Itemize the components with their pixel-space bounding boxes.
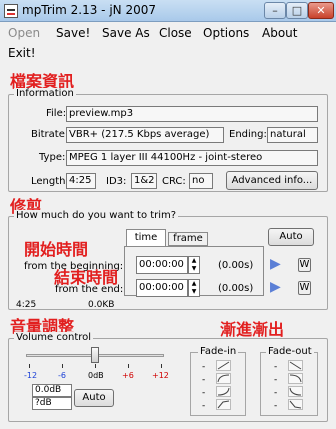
close-icon: ✕	[316, 4, 326, 17]
beginning-time-input[interactable]: 00:00:00	[136, 256, 188, 274]
menu-open[interactable]: Open	[8, 26, 40, 40]
menu-options[interactable]: Options	[203, 26, 249, 40]
fade-curve-icon	[289, 361, 302, 370]
tab-time[interactable]: time	[126, 229, 166, 246]
fade-out-marker: -	[274, 401, 278, 411]
maximize-icon: □	[291, 4, 303, 17]
ending-label: Ending:	[229, 129, 267, 140]
fade-in-option-3[interactable]	[216, 386, 231, 397]
tick-label-minus6: -6	[58, 371, 66, 380]
fade-in-marker: -	[202, 401, 206, 411]
tick-label-0db: 0dB	[88, 371, 104, 380]
spin-down-icon[interactable]: ▼	[189, 288, 199, 296]
spin-down-icon[interactable]: ▼	[189, 265, 199, 273]
spin-up-icon[interactable]: ▲	[189, 280, 199, 288]
fade-curve-icon	[217, 400, 230, 409]
minimize-icon: –	[272, 4, 278, 17]
tick-mark	[161, 364, 162, 368]
trim-auto-button[interactable]: Auto	[268, 228, 314, 246]
file-label: File:	[46, 108, 67, 119]
fade-in-marker: -	[202, 388, 206, 398]
menu-exit[interactable]: Exit!	[8, 46, 36, 60]
information-legend: Information	[14, 88, 76, 99]
menu-save[interactable]: Save!	[56, 26, 90, 40]
tick-mark	[62, 364, 63, 368]
volume-db-display: 0.0dB	[32, 384, 72, 397]
volume-auto-button[interactable]: Auto	[74, 389, 114, 407]
volume-db-peak: ?dB	[32, 397, 72, 410]
fade-in-option-1[interactable]	[216, 360, 231, 371]
fade-in-marker: -	[202, 362, 206, 372]
ending-field: natural	[267, 127, 318, 143]
length-field: 4:25	[66, 173, 96, 189]
end-time-input[interactable]: 00:00:00	[136, 279, 188, 297]
trim-length-display: 4:25	[16, 300, 37, 310]
play-end-icon[interactable]: ▶	[270, 279, 281, 295]
fade-curve-icon	[217, 387, 230, 396]
fade-out-option-3[interactable]	[288, 386, 303, 397]
end-label: from the end:	[55, 284, 124, 295]
trim-size-display: 0.0KB	[88, 300, 115, 310]
tab-frame[interactable]: frame	[168, 232, 208, 246]
fade-out-marker: -	[274, 375, 278, 385]
length-label: Length:	[31, 176, 69, 187]
play-beginning-icon[interactable]: ▶	[270, 256, 281, 272]
crc-label: CRC:	[162, 176, 186, 187]
end-spinner[interactable]: ▲ ▼	[188, 279, 200, 297]
volume-slider-thumb[interactable]	[91, 347, 99, 363]
beginning-spinner[interactable]: ▲ ▼	[188, 256, 200, 274]
maximize-button[interactable]: □	[286, 2, 308, 19]
bitrate-field: VBR+ (217.5 Kbps average)	[66, 127, 224, 143]
advanced-info-button[interactable]: Advanced info...	[226, 171, 318, 190]
fade-out-marker: -	[274, 388, 278, 398]
type-label: Type:	[39, 152, 66, 163]
tick-mark	[29, 364, 30, 368]
fade-out-option-2[interactable]	[288, 373, 303, 384]
fade-out-label: Fade-out	[266, 346, 314, 357]
fade-out-marker: -	[274, 362, 278, 372]
fade-in-option-2[interactable]	[216, 373, 231, 384]
id3-field: 1&2	[131, 173, 157, 189]
type-field: MPEG 1 layer III 44100Hz - joint-stereo	[66, 150, 318, 166]
tick-label-plus12: +12	[152, 371, 169, 380]
crc-field: no	[189, 173, 213, 189]
fade-in-option-4[interactable]	[216, 399, 231, 410]
menu-close[interactable]: Close	[159, 26, 192, 40]
minimize-button[interactable]: –	[264, 2, 286, 19]
tick-mark	[95, 364, 96, 368]
w-beginning-button[interactable]: W	[298, 258, 311, 272]
bitrate-label: Bitrate:	[31, 129, 69, 140]
fade-in-marker: -	[202, 375, 206, 385]
fade-curve-icon	[289, 374, 302, 383]
window-title: mpTrim 2.13 - jN 2007	[22, 3, 156, 17]
annotation-start-time: 開始時間	[24, 240, 89, 259]
close-window-button[interactable]: ✕	[308, 2, 334, 19]
trim-legend: How much do you want to trim?	[14, 210, 179, 221]
tick-mark	[128, 364, 129, 368]
fade-curve-icon	[217, 361, 230, 370]
volume-legend: Volume control	[14, 332, 94, 343]
annotation-fade: 漸進漸出	[220, 320, 285, 339]
fade-out-option-4[interactable]	[288, 399, 303, 410]
fade-curve-icon	[217, 374, 230, 383]
menu-about[interactable]: About	[262, 26, 297, 40]
fade-out-option-1[interactable]	[288, 360, 303, 371]
fade-curve-icon	[289, 400, 302, 409]
fade-in-label: Fade-in	[198, 346, 239, 357]
file-field[interactable]: preview.mp3	[66, 106, 318, 122]
fade-curve-icon	[289, 387, 302, 396]
beginning-seconds: (0.00s)	[218, 260, 254, 271]
tick-label-minus12: -12	[24, 371, 38, 380]
w-end-button[interactable]: W	[298, 281, 311, 295]
spin-up-icon[interactable]: ▲	[189, 257, 199, 265]
app-icon	[4, 4, 18, 18]
id3-label: ID3:	[106, 176, 127, 187]
end-seconds: (0.00s)	[218, 283, 254, 294]
tick-label-plus6: +6	[122, 371, 134, 380]
menu-save-as[interactable]: Save As	[102, 26, 150, 40]
